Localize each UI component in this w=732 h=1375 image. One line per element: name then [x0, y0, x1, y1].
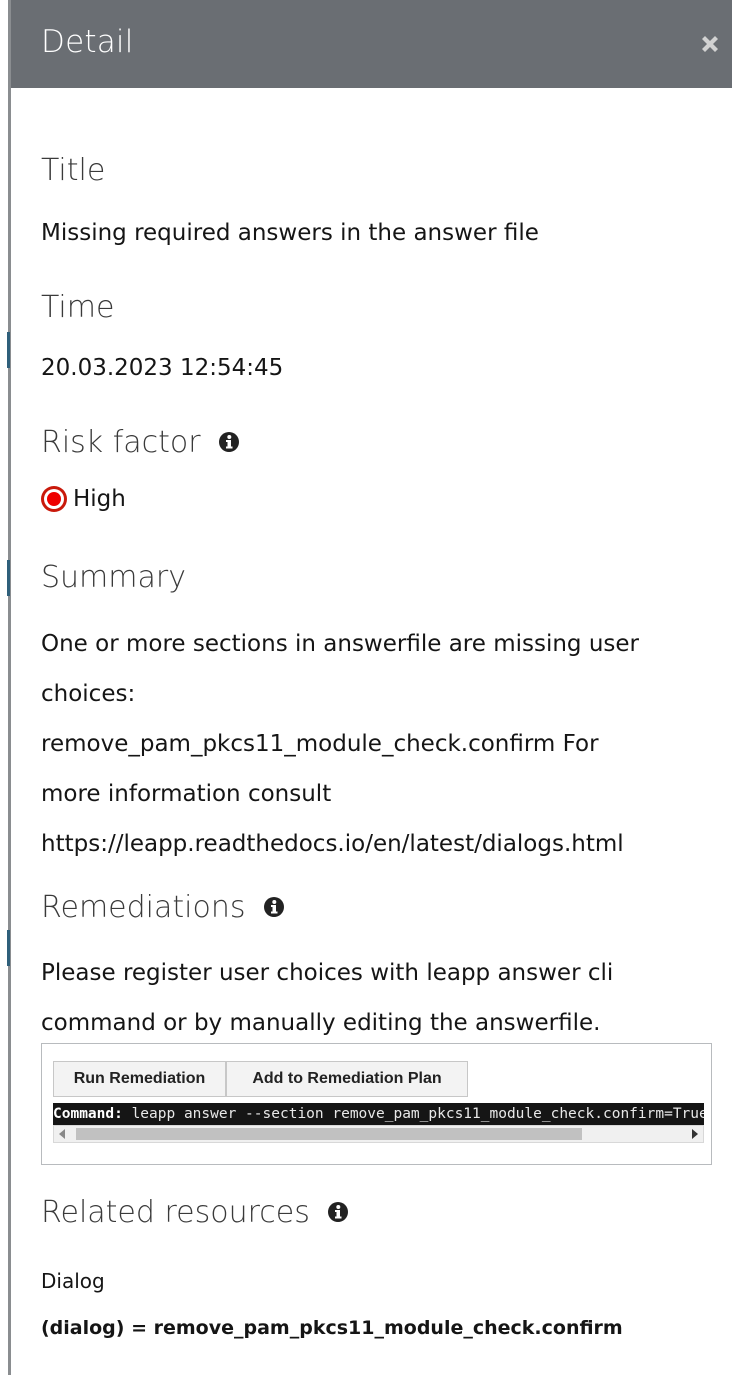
scroll-thumb[interactable] — [76, 1128, 582, 1140]
remediations-text: Please register user choices with leapp … — [41, 948, 613, 1048]
remediations-heading: Remediations — [41, 890, 285, 925]
scroll-left-arrow-icon[interactable] — [59, 1129, 65, 1139]
remediation-line: command or by manually editing the answe… — [41, 1010, 601, 1036]
info-icon[interactable] — [263, 896, 285, 918]
risk-high-indicator-icon — [41, 486, 67, 512]
close-icon[interactable] — [698, 32, 722, 56]
related-resources-label: Related resources — [41, 1195, 310, 1230]
related-resource-value: (dialog) = remove_pam_pkcs11_module_chec… — [41, 1317, 623, 1339]
info-icon[interactable] — [218, 431, 240, 453]
time-value: 20.03.2023 12:54:45 — [41, 355, 284, 381]
summary-line: remove_pam_pkcs11_module_check.confirm F… — [41, 731, 599, 757]
summary-line: choices: — [41, 681, 136, 707]
time-heading: Time — [41, 290, 115, 325]
summary-line: One or more sections in answerfile are m… — [41, 631, 639, 657]
risk-level: High — [41, 486, 126, 512]
horizontal-scrollbar[interactable] — [53, 1125, 704, 1143]
scroll-right-arrow-icon[interactable] — [692, 1129, 698, 1139]
panel-left-border — [8, 0, 11, 1375]
related-resources-heading: Related resources — [41, 1195, 349, 1230]
risk-factor-heading: Risk factor — [41, 425, 240, 460]
title-value: Missing required answers in the answer f… — [41, 220, 539, 246]
info-icon[interactable] — [327, 1201, 349, 1223]
run-remediation-button[interactable]: Run Remediation — [53, 1061, 226, 1097]
risk-factor-label: Risk factor — [41, 425, 201, 460]
detail-header: Detail — [11, 0, 732, 88]
related-resource-type: Dialog — [41, 1269, 105, 1293]
summary-line: more information consult — [41, 781, 332, 807]
title-heading: Title — [41, 153, 106, 188]
header-title: Detail — [41, 24, 134, 60]
remediation-line: Please register user choices with leapp … — [41, 960, 614, 986]
risk-level-label: High — [73, 486, 126, 512]
summary-line: https://leapp.readthedocs.io/en/latest/d… — [41, 831, 624, 857]
summary-text: One or more sections in answerfile are m… — [41, 619, 639, 869]
command-display: Command: leapp answer --section remove_p… — [53, 1103, 704, 1125]
summary-heading: Summary — [41, 560, 186, 595]
remediation-box: Run Remediation Add to Remediation Plan … — [41, 1043, 712, 1165]
add-to-remediation-plan-button[interactable]: Add to Remediation Plan — [226, 1061, 468, 1097]
command-text: leapp answer --section remove_pam_pkcs11… — [122, 1106, 704, 1122]
remediations-label: Remediations — [41, 890, 246, 925]
command-label: Command: — [53, 1106, 123, 1122]
